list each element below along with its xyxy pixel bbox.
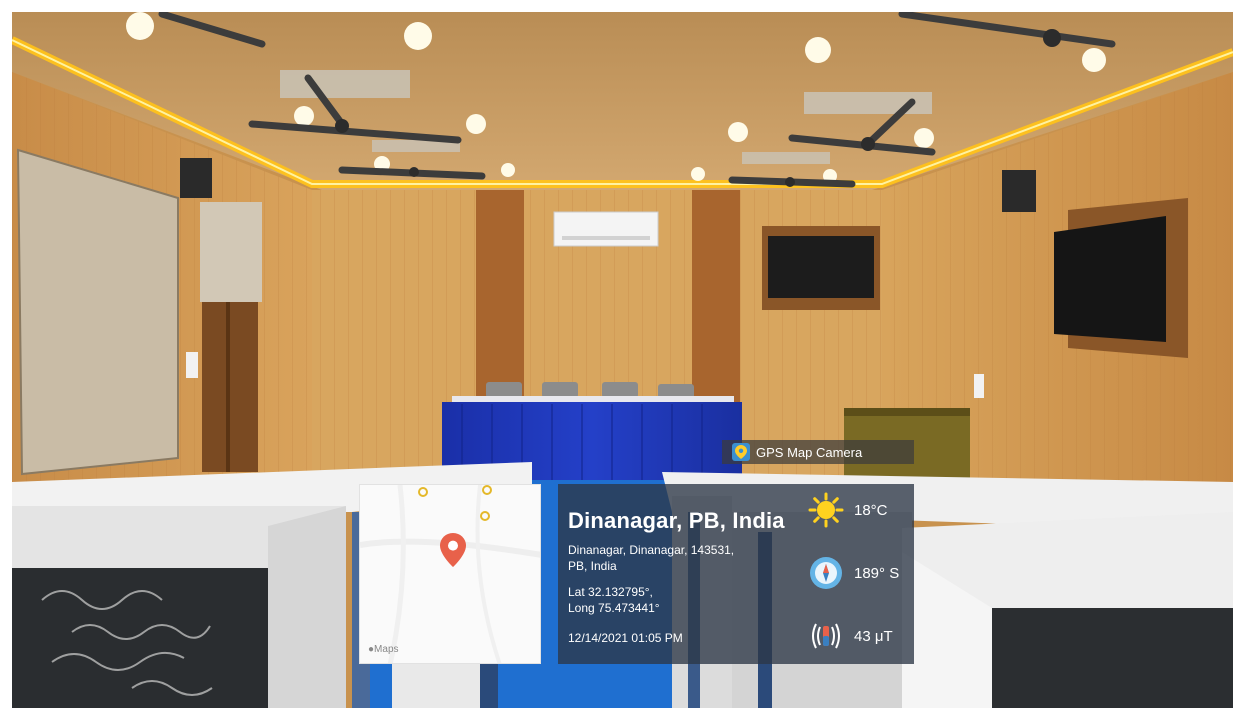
map-poi-marker — [418, 487, 428, 497]
maps-brand-label: Maps — [374, 644, 399, 655]
location-title: Dinanagar, PB, India — [568, 508, 785, 533]
map-roads — [360, 485, 540, 663]
screenshot-root: GPS Map Camera ●Maps Dinanagar, PB, Indi… — [0, 0, 1245, 708]
magnetic-field: 43 μT — [854, 627, 893, 645]
gps-camera-app-label: GPS Map Camera — [756, 444, 863, 460]
location-info-panel: Dinanagar, PB, India Dinanagar, Dinanaga… — [558, 484, 914, 664]
sun-icon — [808, 492, 844, 528]
map-poi-marker — [480, 511, 490, 521]
maps-brand: ●Maps — [368, 644, 399, 655]
temperature: 18°C — [854, 501, 888, 519]
gps-camera-app-tag: GPS Map Camera — [722, 440, 914, 464]
gps-camera-logo-icon — [732, 443, 750, 461]
timestamp: 12/14/2021 01:05 PM — [568, 631, 683, 645]
longitude: Long 75.473441° — [568, 601, 660, 615]
map-pin-icon — [440, 533, 466, 567]
latitude: Lat 32.132795°, — [568, 585, 653, 599]
address-line-1: Dinanagar, Dinanagar, 143531, — [568, 543, 735, 557]
address-line-2: PB, India — [568, 559, 617, 573]
magnet-icon — [808, 618, 844, 654]
compass-heading: 189° S — [854, 564, 900, 582]
compass-metric: 189° S — [808, 555, 899, 591]
map-poi-marker — [482, 485, 492, 495]
coordinates: Lat 32.132795°, Long 75.473441° — [568, 584, 660, 616]
magnetic-metric: 43 μT — [808, 618, 893, 654]
weather-metric: 18°C — [808, 492, 888, 528]
address-text: Dinanagar, Dinanagar, 143531, PB, India — [568, 542, 788, 574]
map-thumbnail: ●Maps — [359, 484, 541, 664]
compass-icon — [808, 555, 844, 591]
